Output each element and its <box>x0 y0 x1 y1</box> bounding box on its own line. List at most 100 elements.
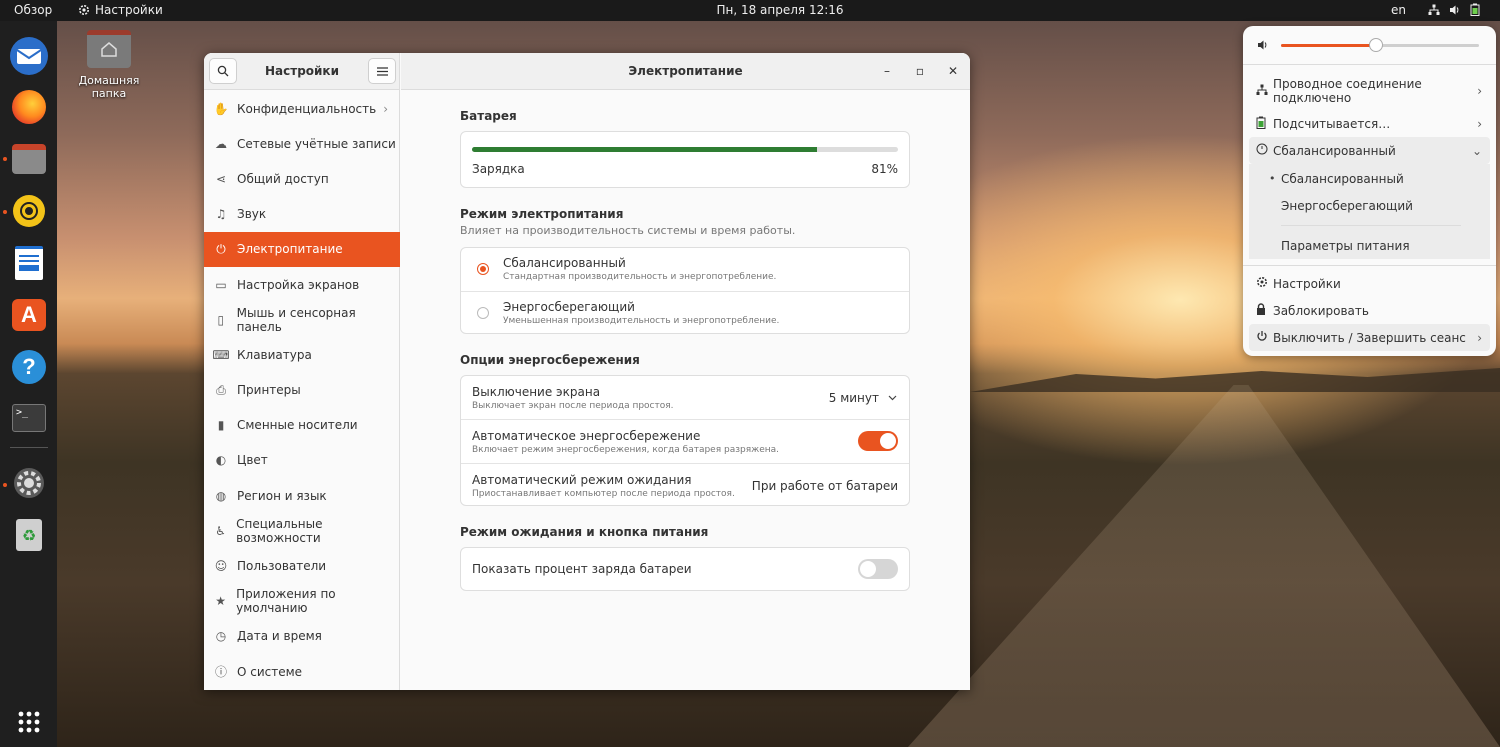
screen-blank-row[interactable]: Выключение экрана Выключает экран после … <box>461 376 909 419</box>
auto-suspend-row[interactable]: Автоматический режим ожидания Приостанав… <box>461 463 909 506</box>
hand-icon: ✋ <box>213 101 229 116</box>
sidebar-item-label: Настройка экранов <box>237 277 360 292</box>
sidebar-item-label: Электропитание <box>237 242 343 257</box>
thunderbird-icon[interactable] <box>10 37 48 75</box>
sidebar-header: Настройки <box>204 53 399 90</box>
screen-blank-dropdown[interactable]: 5 минут <box>829 391 879 405</box>
sidebar-item[interactable]: ⎙ Принтеры <box>204 373 400 408</box>
sidebar-item[interactable]: ☺ Пользователи <box>204 548 400 583</box>
option-title: Энергосберегающий <box>503 300 635 314</box>
sidebar-item[interactable]: ★ Приложения по умолчанию <box>204 584 400 619</box>
sidebar-item[interactable]: ◷ Дата и время <box>204 619 400 654</box>
power-mode-card: Сбалансированный Стандартная производите… <box>460 247 910 334</box>
auto-power-saver-row[interactable]: Автоматическое энергосбережение Включает… <box>461 419 909 463</box>
main-panel: Электропитание – ▫ ✕ Батарея Зарядка 81%… <box>401 53 970 690</box>
lock-label: Заблокировать <box>1273 303 1369 318</box>
sidebar-item-label: Общий доступ <box>237 171 329 186</box>
power-mode-option-balanced[interactable]: Сбалансированный Стандартная производите… <box>461 248 909 291</box>
trash-icon[interactable]: ♻ <box>10 516 48 554</box>
chevron-right-icon: › <box>383 101 388 116</box>
firefox-icon[interactable] <box>10 88 48 126</box>
chevron-right-icon: › <box>1477 84 1482 98</box>
sidebar-item[interactable]: ▭ Настройка экранов <box>204 267 400 302</box>
sidebar-item[interactable]: ♫ Звук <box>204 197 400 232</box>
profile-option-balanced[interactable]: • Сбалансированный <box>1249 165 1490 192</box>
sidebar-item[interactable]: ⌨ Клавиатура <box>204 337 400 372</box>
battery-label: Подсчитывается… <box>1273 116 1391 131</box>
power-mode-option-powersave[interactable]: Энергосберегающий Уменьшенная производит… <box>461 291 909 334</box>
main-header: Электропитание – ▫ ✕ <box>401 53 970 90</box>
sidebar-item[interactable]: ▯ Мышь и сенсорная панель <box>204 302 400 337</box>
auto-power-saver-toggle[interactable] <box>858 431 898 451</box>
sidebar-item[interactable]: ◐ Цвет <box>204 443 400 478</box>
radio-powersave[interactable] <box>477 307 489 319</box>
lock-icon <box>1249 303 1273 318</box>
keyboard-icon: ⌨ <box>212 347 230 362</box>
show-percentage-row[interactable]: Показать процент заряда батареи <box>461 548 909 591</box>
clock[interactable]: Пн, 18 апреля 12:16 <box>0 3 1500 17</box>
battery-item[interactable]: Подсчитывается… › <box>1249 110 1490 137</box>
show-percentage-title: Показать процент заряда батареи <box>472 562 692 576</box>
sidebar-item[interactable]: ▮ Сменные носители <box>204 408 400 443</box>
writer-icon[interactable] <box>10 244 48 282</box>
suspend-section-title: Режим ожидания и кнопка питания <box>460 525 709 539</box>
sidebar-item-label: Цвет <box>237 453 268 468</box>
power-off-item[interactable]: Выключить / Завершить сеанс › <box>1249 324 1490 351</box>
profile-option-powersave[interactable]: Энергосберегающий <box>1249 192 1490 219</box>
volume-slider-handle[interactable] <box>1369 38 1384 52</box>
top-bar: Обзор Настройки Пн, 18 апреля 12:16 en <box>0 0 1500 21</box>
status-area[interactable] <box>1428 3 1480 16</box>
auto-suspend-title: Автоматический режим ожидания <box>472 473 692 487</box>
show-apps-icon[interactable] <box>10 703 48 741</box>
menu-separator <box>1243 265 1496 266</box>
option-desc: Стандартная производительность и энергоп… <box>503 272 777 282</box>
sidebar-item[interactable]: ⏻ Электропитание <box>204 231 400 267</box>
battery-icon <box>1470 3 1480 16</box>
files-icon[interactable] <box>10 140 48 178</box>
printer-icon: ⎙ <box>216 382 226 397</box>
power-profile-item[interactable]: Сбалансированный ⌄ <box>1249 137 1490 164</box>
maximize-button[interactable]: ▫ <box>912 63 928 79</box>
sidebar-item[interactable]: ☁ Сетевые учётные записи <box>204 126 400 161</box>
sidebar-item[interactable]: ◍ Регион и язык <box>204 478 400 513</box>
auto-suspend-value: При работе от батареи <box>751 479 898 493</box>
sidebar-item-label: Мышь и сенсорная панель <box>236 305 356 334</box>
sidebar-item[interactable]: ✋ Конфиденциальность › <box>204 91 400 126</box>
battery-level-bar <box>472 147 898 152</box>
battery-icon <box>1249 116 1273 132</box>
home-folder-desktop-icon[interactable]: Домашняя папка <box>62 30 156 100</box>
settings-window: Настройки ✋ Конфиденциальность › ☁ Сетевые у… <box>204 53 970 690</box>
sidebar-item[interactable]: ⓘ О системе <box>204 654 400 689</box>
users-icon: ☺ <box>214 559 228 574</box>
display-icon: ▭ <box>215 277 227 292</box>
suspend-card: Показать процент заряда батареи <box>460 547 910 591</box>
network-item[interactable]: Проводное соединение подключено › <box>1249 76 1490 106</box>
chevron-down-icon <box>888 395 897 401</box>
show-percentage-toggle[interactable] <box>858 559 898 579</box>
help-icon[interactable]: ? <box>10 348 48 386</box>
radio-balanced[interactable] <box>477 263 489 275</box>
hamburger-menu-button[interactable] <box>368 58 396 84</box>
sidebar-item-label: Пользователи <box>237 559 327 574</box>
power-settings-item[interactable]: Параметры питания <box>1249 232 1490 259</box>
keyboard-layout[interactable]: en <box>1391 3 1406 17</box>
star-icon: ★ <box>215 594 226 609</box>
sidebar-item-label: Дата и время <box>237 629 322 644</box>
terminal-icon[interactable]: >_ <box>10 399 48 437</box>
minimize-button[interactable]: – <box>879 63 895 79</box>
close-button[interactable]: ✕ <box>945 63 961 79</box>
volume-slider-fill <box>1281 44 1377 47</box>
settings-app-icon[interactable] <box>10 464 48 502</box>
software-store-icon[interactable]: A <box>10 296 48 334</box>
power-mode-section-subtitle: Влияет на производительность системы и в… <box>460 224 796 237</box>
sidebar-item[interactable]: ♿ Специальные возможности <box>204 513 400 548</box>
sidebar-item[interactable]: ⋖ Общий доступ <box>204 161 400 196</box>
system-menu: Проводное соединение подключено › Подсчи… <box>1243 26 1496 356</box>
rhythmbox-icon[interactable] <box>10 192 48 230</box>
lock-item[interactable]: Заблокировать <box>1249 297 1490 324</box>
settings-item[interactable]: Настройки <box>1249 270 1490 297</box>
chevron-right-icon: › <box>1477 330 1482 345</box>
option-title: Сбалансированный <box>503 256 626 270</box>
power-saving-card: Выключение экрана Выключает экран после … <box>460 375 910 506</box>
power-saving-section-title: Опции энергосбережения <box>460 353 640 367</box>
